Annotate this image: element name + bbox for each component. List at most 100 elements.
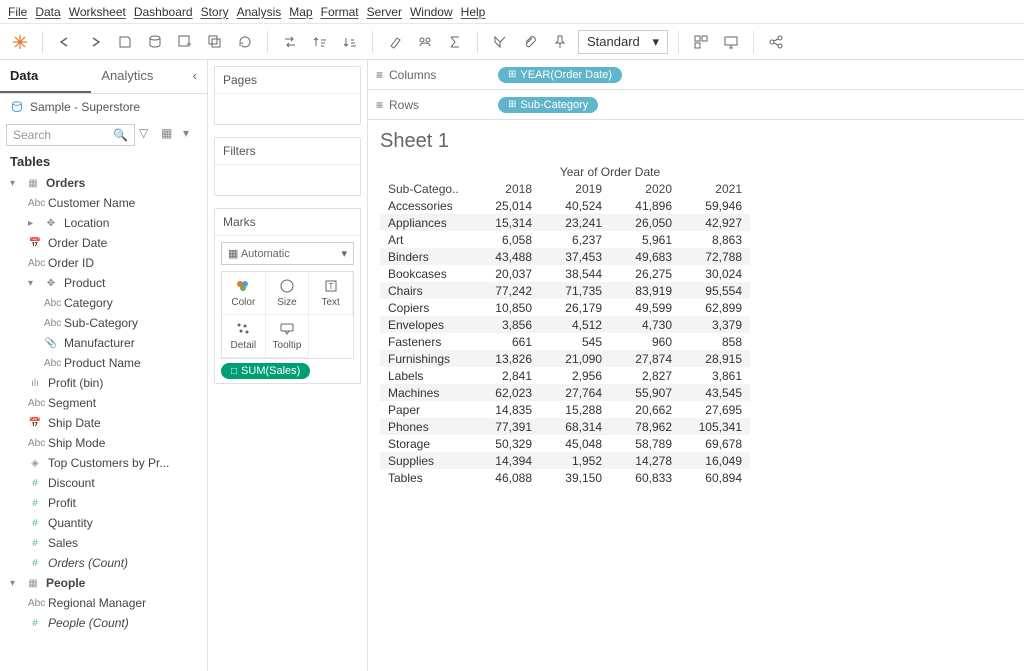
menu-server[interactable]: Server	[367, 5, 402, 19]
filters-shelf[interactable]: Filters	[214, 137, 361, 196]
field-ship-date[interactable]: 📅Ship Date	[0, 413, 207, 433]
tab-data[interactable]: Data	[0, 60, 91, 93]
field-product[interactable]: ▾✥Product	[0, 273, 207, 293]
rows-pill-subcategory[interactable]: ⊞Sub-Category	[498, 97, 598, 113]
year-header[interactable]: 2018	[470, 180, 540, 197]
year-header[interactable]: 2019	[540, 180, 610, 197]
menu-analysis[interactable]: Analysis	[237, 5, 282, 19]
table-row[interactable]: Binders43,48837,45349,68372,788	[380, 248, 750, 265]
table-row[interactable]: Accessories25,01440,52441,89659,946	[380, 197, 750, 214]
menu-map[interactable]: Map	[289, 5, 312, 19]
duplicate-icon[interactable]	[203, 30, 227, 54]
table-row[interactable]: Storage50,32945,04858,78969,678	[380, 435, 750, 452]
presentation-icon[interactable]	[719, 30, 743, 54]
new-data-source-icon[interactable]	[143, 30, 167, 54]
mark-type-dropdown[interactable]: ▦ Automatic▾	[221, 242, 354, 265]
view-icon[interactable]: ▦	[161, 126, 179, 144]
menu-story[interactable]: Story	[201, 5, 229, 19]
year-header[interactable]: 2020	[610, 180, 680, 197]
mark-tooltip-button[interactable]: Tooltip	[266, 315, 310, 358]
save-icon[interactable]	[113, 30, 137, 54]
mark-text-button[interactable]: TText	[309, 272, 353, 315]
data-source-row[interactable]: Sample - Superstore	[0, 94, 207, 120]
table-row[interactable]: Art6,0586,2375,9618,863	[380, 231, 750, 248]
text-pill-sum-sales[interactable]: □SUM(Sales)	[221, 363, 310, 379]
field-sales[interactable]: #Sales	[0, 533, 207, 553]
sort-asc-icon[interactable]	[308, 30, 332, 54]
menu-data[interactable]: Data	[35, 5, 60, 19]
sheet-title[interactable]: Sheet 1	[368, 120, 1024, 163]
cell-value: 14,835	[470, 401, 540, 418]
cell-value: 105,341	[680, 418, 750, 435]
menu-file[interactable]: File	[8, 5, 27, 19]
show-labels-icon[interactable]	[488, 30, 512, 54]
show-me-icon[interactable]	[689, 30, 713, 54]
field-ship-mode[interactable]: AbcShip Mode	[0, 433, 207, 453]
mark-detail-button[interactable]: Detail	[222, 315, 266, 358]
field-profit-bin[interactable]: ılıProfit (bin)	[0, 373, 207, 393]
redo-icon[interactable]	[83, 30, 107, 54]
table-row[interactable]: Machines62,02327,76455,90743,545	[380, 384, 750, 401]
menu-help[interactable]: Help	[461, 5, 486, 19]
year-header[interactable]: 2021	[680, 180, 750, 197]
field-people-count[interactable]: #People (Count)	[0, 613, 207, 633]
columns-pill-year[interactable]: ⊞YEAR(Order Date)	[498, 67, 622, 83]
mark-color-button[interactable]: Color	[222, 272, 266, 315]
tab-analytics[interactable]: Analytics	[91, 60, 182, 93]
filter-icon[interactable]: ▽	[139, 126, 157, 144]
sort-desc-icon[interactable]	[338, 30, 362, 54]
mark-size-button[interactable]: Size	[266, 272, 310, 315]
table-row[interactable]: Labels2,8412,9562,8273,861	[380, 367, 750, 384]
menu-dashboard[interactable]: Dashboard	[134, 5, 193, 19]
table-row[interactable]: Paper14,83515,28820,66227,695	[380, 401, 750, 418]
table-row[interactable]: Furnishings13,82621,09027,87428,915	[380, 350, 750, 367]
field-customer-name[interactable]: AbcCustomer Name	[0, 193, 207, 213]
group-icon[interactable]	[413, 30, 437, 54]
field-profit[interactable]: #Profit	[0, 493, 207, 513]
table-row[interactable]: Chairs77,24271,73583,91995,554	[380, 282, 750, 299]
field-sub-category[interactable]: AbcSub-Category	[0, 313, 207, 333]
columns-shelf[interactable]: ≡Columns ⊞YEAR(Order Date)	[368, 60, 1024, 90]
pin-icon[interactable]	[548, 30, 572, 54]
table-row[interactable]: Supplies14,3941,95214,27816,049	[380, 452, 750, 469]
search-input[interactable]: Search 🔍	[6, 124, 135, 146]
field-top-customers[interactable]: ◈Top Customers by Pr...	[0, 453, 207, 473]
table-row[interactable]: Bookcases20,03738,54426,27530,024	[380, 265, 750, 282]
attach-icon[interactable]	[518, 30, 542, 54]
table-row[interactable]: Envelopes3,8564,5124,7303,379	[380, 316, 750, 333]
table-people[interactable]: ▾▦People	[0, 573, 207, 593]
table-row[interactable]: Tables46,08839,15060,83360,894	[380, 469, 750, 486]
field-regional-manager[interactable]: AbcRegional Manager	[0, 593, 207, 613]
fit-dropdown[interactable]: Standard ▾	[578, 30, 668, 54]
field-order-date[interactable]: 📅Order Date	[0, 233, 207, 253]
menu-window[interactable]: Window	[410, 5, 453, 19]
highlight-icon[interactable]	[383, 30, 407, 54]
field-segment[interactable]: AbcSegment	[0, 393, 207, 413]
rows-shelf[interactable]: ≡Rows ⊞Sub-Category	[368, 90, 1024, 120]
field-category[interactable]: AbcCategory	[0, 293, 207, 313]
new-worksheet-icon[interactable]	[173, 30, 197, 54]
table-row[interactable]: Copiers10,85026,17949,59962,899	[380, 299, 750, 316]
logo-icon[interactable]	[8, 30, 32, 54]
table-row[interactable]: Phones77,39168,31478,962105,341	[380, 418, 750, 435]
totals-icon[interactable]	[443, 30, 467, 54]
swap-icon[interactable]	[278, 30, 302, 54]
share-icon[interactable]	[764, 30, 788, 54]
menu-format[interactable]: Format	[321, 5, 359, 19]
field-product-name[interactable]: AbcProduct Name	[0, 353, 207, 373]
undo-icon[interactable]	[53, 30, 77, 54]
refresh-icon[interactable]	[233, 30, 257, 54]
menu-worksheet[interactable]: Worksheet	[69, 5, 126, 19]
table-row[interactable]: Appliances15,31423,24126,05042,927	[380, 214, 750, 231]
field-quantity[interactable]: #Quantity	[0, 513, 207, 533]
field-orders-count[interactable]: #Orders (Count)	[0, 553, 207, 573]
chevron-down-icon[interactable]: ▾	[183, 126, 201, 144]
field-manufacturer[interactable]: 📎Manufacturer	[0, 333, 207, 353]
field-discount[interactable]: #Discount	[0, 473, 207, 493]
table-orders[interactable]: ▾▦Orders	[0, 173, 207, 193]
field-location[interactable]: ▸✥Location	[0, 213, 207, 233]
collapse-pane-icon[interactable]: ‹	[183, 60, 207, 93]
field-order-id[interactable]: AbcOrder ID	[0, 253, 207, 273]
table-row[interactable]: Fasteners661545960858	[380, 333, 750, 350]
pages-shelf[interactable]: Pages	[214, 66, 361, 125]
